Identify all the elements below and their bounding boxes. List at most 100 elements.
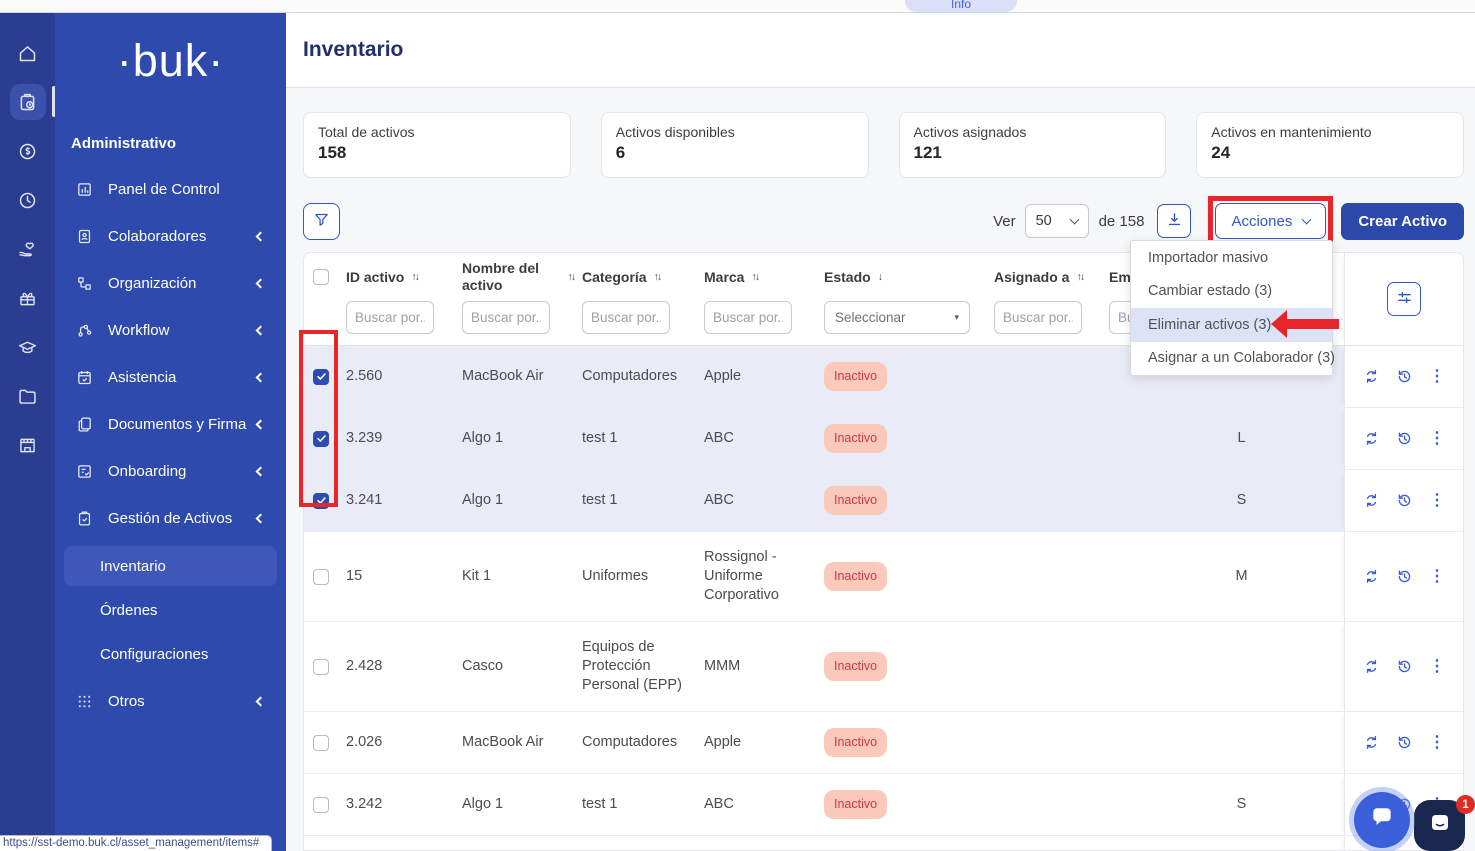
sort-icon[interactable]: ↑↓: [568, 269, 575, 286]
column-settings-button[interactable]: [1387, 282, 1421, 316]
kebab-menu-icon[interactable]: ⋮: [1429, 569, 1445, 585]
total-count-label: de 158: [1099, 213, 1145, 230]
sync-icon[interactable]: [1363, 568, 1380, 585]
column-search-input[interactable]: [994, 301, 1082, 334]
kebab-menu-icon[interactable]: ⋮: [1429, 431, 1445, 447]
history-icon[interactable]: [1396, 734, 1413, 751]
filter-cell: [582, 301, 704, 334]
sort-icon[interactable]: ↓: [878, 269, 881, 286]
history-icon[interactable]: [1396, 658, 1413, 675]
sort-icon[interactable]: ↑↓: [1076, 269, 1083, 286]
stat-card-value: 158: [318, 143, 556, 163]
sidebar-subitem-label: Configuraciones: [100, 646, 208, 663]
clipboard-check-icon: [76, 510, 95, 527]
sidebar-item-label: Colaboradores: [108, 228, 257, 245]
history-icon[interactable]: [1396, 492, 1413, 509]
sidebar-item-colaboradores[interactable]: Colaboradores: [55, 213, 286, 260]
rail-item-files-folder[interactable]: [10, 378, 46, 414]
kebab-menu-icon[interactable]: ⋮: [1429, 369, 1445, 385]
kebab-menu-icon[interactable]: ⋮: [1429, 735, 1445, 751]
sort-icon[interactable]: ↑↓: [654, 269, 661, 286]
column-header-id-activo: ID activo↑↓: [346, 269, 462, 286]
app-root: Info ·buk· Administrativo Panel de Contr…: [0, 0, 1475, 851]
sync-icon[interactable]: [1363, 492, 1380, 509]
column-search-input[interactable]: [346, 301, 434, 334]
kebab-menu-icon[interactable]: ⋮: [1429, 659, 1445, 675]
sidebar-item-otros[interactable]: Otros: [55, 678, 286, 725]
acciones-button[interactable]: Acciones: [1215, 203, 1326, 239]
crear-activo-button[interactable]: Crear Activo: [1341, 203, 1464, 240]
chevron-left-icon: [256, 514, 266, 524]
rail-item-assets-clipboard-clock[interactable]: [10, 84, 46, 120]
chevron-left-icon: [256, 697, 266, 707]
row-checkbox[interactable]: [313, 569, 329, 585]
sidebar-item-documentos-y-firma[interactable]: Documentos y Firma: [55, 401, 286, 448]
select-all-checkbox[interactable]: [313, 269, 329, 285]
stat-card-activos-disponibles: Activos disponibles6: [601, 112, 869, 178]
sort-icon[interactable]: ↑↓: [411, 269, 418, 286]
download-button[interactable]: [1157, 204, 1191, 238]
sidebar-subitem-inventario[interactable]: Inventario: [64, 546, 277, 586]
chat-launcher-button[interactable]: [1354, 792, 1410, 848]
row-checkbox[interactable]: [313, 431, 329, 447]
actions-column-head: [1344, 253, 1463, 345]
page-size-select[interactable]: 50: [1025, 204, 1089, 238]
row-checkbox[interactable]: [313, 493, 329, 509]
rail-item-training-cap[interactable]: [10, 329, 46, 365]
sidebar-item-organizacion[interactable]: Organización: [55, 260, 286, 307]
rail-item-home[interactable]: [10, 35, 46, 71]
column-label: Em: [1109, 269, 1131, 286]
chevron-left-icon: [256, 232, 266, 242]
rail-item-benefits-hand-heart[interactable]: [10, 231, 46, 267]
rail-item-payroll-coin[interactable]: [10, 133, 46, 169]
table-row: 2.026MacBook AirComputadoresAppleInactiv…: [304, 712, 1463, 774]
history-icon[interactable]: [1396, 430, 1413, 447]
sidebar-subitem-ordenes[interactable]: Órdenes: [64, 590, 277, 630]
sidebar-subitem-label: Órdenes: [100, 602, 158, 619]
row-checkbox[interactable]: [313, 797, 329, 813]
cell-nombre: MacBook Air: [462, 733, 582, 752]
select-filter-value: Seleccionar: [835, 310, 906, 325]
estado-select-filter[interactable]: Seleccionar ▾: [824, 301, 970, 334]
sidebar-item-panel-de-control[interactable]: Panel de Control: [55, 166, 286, 213]
column-search-input[interactable]: [582, 301, 670, 334]
dropdown-triangle-icon: ▾: [954, 312, 959, 323]
sync-icon[interactable]: [1363, 430, 1380, 447]
kebab-menu-icon[interactable]: ⋮: [1429, 493, 1445, 509]
rail-item-marketplace-store[interactable]: [10, 427, 46, 463]
sidebar-item-label: Workflow: [108, 322, 257, 339]
rail-item-time-clock[interactable]: [10, 182, 46, 218]
menu-item-importador-masivo[interactable]: Importador masivo: [1131, 241, 1332, 275]
column-search-input[interactable]: [462, 301, 550, 334]
sidebar-item-gestion-de-activos[interactable]: Gestión de Activos: [55, 495, 286, 542]
column-search-input[interactable]: [704, 301, 792, 334]
rail-item-culture-gift[interactable]: [10, 280, 46, 316]
history-icon[interactable]: [1396, 368, 1413, 385]
sync-icon[interactable]: [1363, 734, 1380, 751]
sort-icon[interactable]: ↑↓: [751, 269, 758, 286]
sidebar-item-onboarding[interactable]: Onboarding: [55, 448, 286, 495]
filter-button[interactable]: [303, 203, 340, 240]
row-checkbox[interactable]: [313, 659, 329, 675]
sync-icon[interactable]: [1363, 658, 1380, 675]
menu-item-eliminar-activos-3[interactable]: Eliminar activos (3): [1131, 308, 1332, 342]
menu-item-cambiar-estado-3[interactable]: Cambiar estado (3): [1131, 275, 1332, 309]
stat-card-label: Activos en mantenimiento: [1211, 124, 1449, 140]
cell-categoria: test 1: [582, 429, 704, 448]
cell-nombre: Kit 1: [462, 567, 582, 586]
sidebar-item-workflow[interactable]: Workflow: [55, 307, 286, 354]
sidebar-subitem-configuraciones[interactable]: Configuraciones: [64, 634, 277, 674]
chevron-left-icon: [256, 467, 266, 477]
row-checkbox[interactable]: [313, 369, 329, 385]
check-icon: [316, 371, 327, 382]
column-header-estado: Estado↓: [824, 269, 994, 286]
cell-estado: Inactivo: [824, 424, 994, 453]
funnel-icon: [313, 211, 330, 231]
row-checkbox[interactable]: [313, 735, 329, 751]
menu-item-asignar-a-un-colaborador-3[interactable]: Asignar a un Colaborador (3): [1131, 342, 1332, 376]
sidebar-item-asistencia[interactable]: Asistencia: [55, 354, 286, 401]
sync-icon[interactable]: [1363, 368, 1380, 385]
sliders-icon: [1396, 289, 1413, 309]
cell-categoria: Equipos de Protección Personal (EPP): [582, 638, 704, 695]
history-icon[interactable]: [1396, 568, 1413, 585]
